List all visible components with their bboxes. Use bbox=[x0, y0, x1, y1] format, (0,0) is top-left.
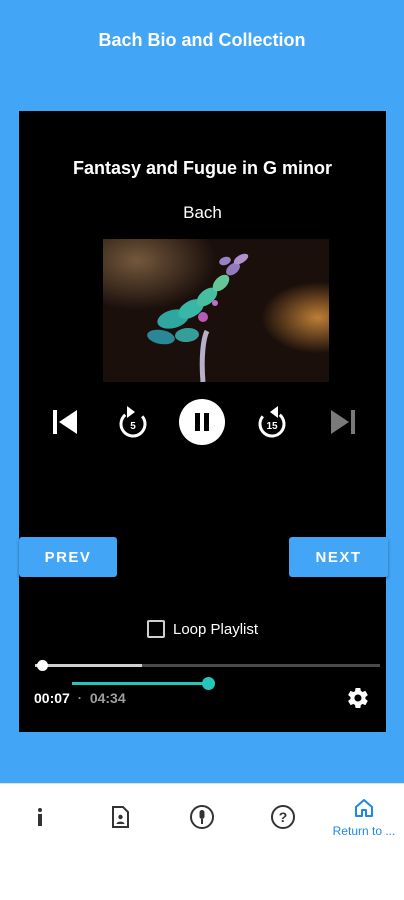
fast-forward-icon: 15 bbox=[258, 406, 286, 438]
player-card: Fantasy and Fugue in G minor Bach 5 15 L… bbox=[19, 111, 386, 732]
bottom-navigation: ? Return to ... bbox=[0, 783, 404, 900]
loop-playlist-label: Loop Playlist bbox=[173, 620, 259, 638]
rewind-icon: 5 bbox=[119, 406, 147, 438]
skip-previous-icon bbox=[53, 410, 77, 434]
total-duration: 04:34 bbox=[89, 690, 126, 706]
seek-bar-buffered bbox=[35, 664, 142, 667]
secondary-progress-thumb[interactable] bbox=[202, 677, 215, 690]
time-display: 00:07 · 04:34 bbox=[34, 690, 126, 706]
skip-next-icon bbox=[331, 410, 355, 434]
document-person-icon bbox=[112, 806, 129, 828]
next-button[interactable]: NEXT bbox=[289, 537, 388, 577]
loop-playlist-checkbox[interactable]: Loop Playlist bbox=[147, 620, 258, 638]
tab-info[interactable] bbox=[0, 784, 80, 850]
gear-icon bbox=[348, 688, 368, 709]
pause-icon bbox=[179, 399, 225, 445]
loop-checkbox-box[interactable] bbox=[147, 620, 165, 638]
pause-button[interactable] bbox=[178, 396, 226, 448]
svg-text:?: ? bbox=[279, 809, 288, 825]
tab-biography[interactable] bbox=[80, 784, 160, 850]
time-separator: · bbox=[77, 691, 82, 705]
seek-bar-thumb[interactable] bbox=[36, 660, 48, 671]
tab-return-home[interactable]: Return to ... bbox=[324, 784, 404, 850]
prev-button[interactable]: PREV bbox=[19, 537, 117, 577]
playback-controls: 5 15 bbox=[19, 396, 386, 448]
rewind-seconds-label: 5 bbox=[130, 421, 136, 432]
skip-previous-button[interactable] bbox=[43, 396, 87, 448]
seek-bar[interactable] bbox=[35, 660, 380, 671]
home-icon bbox=[355, 799, 373, 817]
rewind-button[interactable]: 5 bbox=[111, 396, 155, 448]
secondary-progress-bar[interactable] bbox=[72, 677, 215, 690]
fast-forward-button[interactable]: 15 bbox=[250, 396, 294, 448]
tab-help[interactable]: ? bbox=[243, 784, 323, 850]
settings-button[interactable] bbox=[346, 686, 370, 710]
help-icon: ? bbox=[271, 805, 295, 829]
artist-name: Bach bbox=[183, 203, 222, 222]
forward-seconds-label: 15 bbox=[266, 421, 278, 432]
app-title: Bach Bio and Collection bbox=[98, 30, 306, 50]
current-time: 00:07 bbox=[34, 690, 70, 706]
album-artwork bbox=[103, 239, 329, 382]
info-icon bbox=[38, 808, 42, 826]
microphone-icon bbox=[190, 805, 214, 829]
secondary-progress-fill bbox=[72, 682, 208, 685]
skip-next-button[interactable] bbox=[321, 396, 365, 448]
tab-return-home-label: Return to ... bbox=[332, 824, 396, 838]
track-title: Fantasy and Fugue in G minor bbox=[72, 158, 333, 178]
tab-audio[interactable] bbox=[162, 784, 242, 850]
